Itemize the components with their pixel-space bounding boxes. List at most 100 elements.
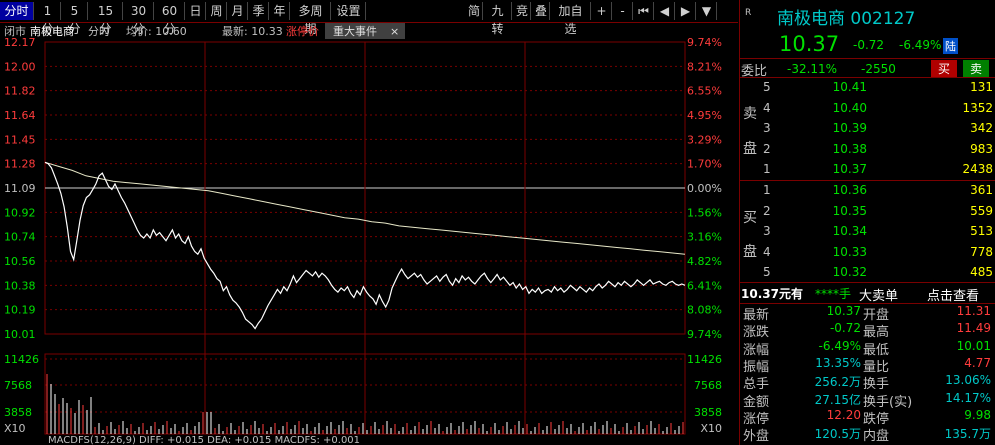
ask-level: 1 bbox=[763, 162, 771, 176]
period-tab-9[interactable]: 季 bbox=[249, 2, 269, 20]
stat-label-2: 开盘 bbox=[863, 308, 890, 323]
pct-tick: 9.74% bbox=[687, 36, 722, 49]
bid-level: 4 bbox=[763, 244, 771, 259]
sell-button[interactable]: 卖 bbox=[963, 60, 990, 77]
ask-price: 10.37 bbox=[832, 162, 867, 176]
stat-value: 12.20 bbox=[826, 407, 861, 422]
period-tab-2[interactable]: 5分 bbox=[62, 2, 88, 36]
bid-level: 3 bbox=[763, 224, 771, 238]
info-mode: 分时 bbox=[88, 25, 110, 38]
volume-unit: X10 bbox=[4, 422, 26, 435]
toolbar-tool-9[interactable]: ▶ bbox=[676, 2, 696, 20]
ask-label-bottom: 盘 bbox=[743, 141, 757, 157]
price-tick: 10.74 bbox=[4, 231, 36, 244]
period-tab-11[interactable]: 多周期 bbox=[291, 2, 331, 36]
weibi-diff: -2550 bbox=[861, 62, 896, 76]
price-tick: 10.01 bbox=[4, 328, 36, 341]
period-toolbar: 分时 1分 5分 15分 30分 60分日周月季年多周期 设置简九转竞叠加自选 + - ⏮ ◀ ▶ ▼ bbox=[0, 0, 738, 36]
period-tab-12[interactable]: 设置 bbox=[332, 2, 366, 20]
stat-value-2: 9.98 bbox=[964, 407, 991, 422]
pct-tick: 3.29% bbox=[687, 133, 722, 146]
volume-tick: 7568 bbox=[4, 379, 32, 392]
stat-label-2: 换手 bbox=[863, 377, 890, 393]
ask-price: 10.40 bbox=[832, 100, 867, 115]
period-tab-7[interactable]: 周 bbox=[207, 2, 227, 20]
stat-label: 总手 bbox=[743, 377, 770, 393]
bid-volume: 778 bbox=[970, 244, 993, 259]
toolbar-tool-5[interactable]: + bbox=[592, 2, 612, 20]
stat-value: 120.5万 bbox=[814, 427, 861, 442]
stat-value-2: 11.31 bbox=[956, 304, 991, 318]
ask-level: 2 bbox=[763, 141, 771, 156]
bid-price: 10.34 bbox=[832, 224, 867, 238]
toolbar-tool-8[interactable]: ◀ bbox=[655, 2, 675, 20]
period-tab-6[interactable]: 日 bbox=[186, 2, 206, 20]
market-tag: 陆 bbox=[943, 38, 958, 54]
ask-level: 3 bbox=[763, 121, 771, 135]
ask-price: 10.41 bbox=[832, 80, 867, 94]
stat-label-2: 最低 bbox=[863, 342, 890, 358]
stat-label: 金额 bbox=[743, 394, 770, 410]
pct-tick: 4.82% bbox=[687, 255, 722, 268]
bid-price: 10.35 bbox=[832, 203, 867, 218]
stat-value: -6.49% bbox=[818, 338, 861, 353]
stat-value-2: 11.49 bbox=[956, 321, 991, 336]
bid-price: 10.36 bbox=[832, 183, 867, 197]
stat-value: 256.2万 bbox=[814, 375, 861, 390]
ask-volume: 2438 bbox=[962, 162, 993, 176]
toolbar-tool-4[interactable]: 加自选 bbox=[551, 2, 591, 36]
price-tick: 10.56 bbox=[4, 255, 36, 268]
intraday-chart[interactable]: 闭市 南极电商 分时 均价: 10.60 最新: 10.33 涨停价 重大事件 ×12.17 9… bbox=[0, 22, 738, 445]
pct-tick: 6.41% bbox=[687, 279, 722, 292]
period-tab-8[interactable]: 月 bbox=[228, 2, 248, 20]
ask-volume: 342 bbox=[970, 121, 993, 135]
stock-title: 南极电商 002127 bbox=[777, 9, 916, 29]
period-tab-4[interactable]: 30分 bbox=[124, 2, 154, 36]
stat-value: 27.15亿 bbox=[814, 392, 861, 407]
divider bbox=[739, 282, 995, 283]
period-tab-1[interactable]: 1分 bbox=[35, 2, 61, 36]
price-tick: 12.00 bbox=[4, 60, 36, 73]
ask-price: 10.39 bbox=[832, 121, 867, 135]
period-tab-5[interactable]: 60分 bbox=[155, 2, 185, 36]
ask-label-top: 卖 bbox=[743, 106, 757, 122]
pct-tick: 1.70% bbox=[687, 158, 722, 171]
volume-tick: 11426 bbox=[4, 353, 39, 366]
pct-tick: 4.95% bbox=[687, 109, 722, 122]
trade-price: 10.37元有 bbox=[741, 287, 803, 301]
stat-value: 10.37 bbox=[826, 304, 861, 318]
price-tick: 10.92 bbox=[4, 206, 36, 219]
event-tab-label: 重大事件 bbox=[333, 24, 377, 38]
stat-value: 13.35% bbox=[815, 355, 861, 370]
buy-button[interactable]: 买 bbox=[931, 60, 958, 77]
stat-label: 外盘 bbox=[743, 429, 770, 445]
toolbar-tool-7[interactable]: ⏮ bbox=[634, 2, 654, 20]
stat-value-2: 135.7万 bbox=[944, 427, 991, 442]
stat-label-2: 跌停 bbox=[863, 411, 890, 427]
info-avg: 均价: 10.60 bbox=[126, 25, 187, 38]
price-change: -0.72 bbox=[853, 38, 885, 52]
pct-tick: 1.56% bbox=[687, 206, 722, 219]
period-tab-3[interactable]: 15分 bbox=[89, 2, 123, 36]
toolbar-tool-1[interactable]: 九转 bbox=[484, 2, 512, 36]
panel-border bbox=[739, 0, 740, 445]
ask-price: 10.38 bbox=[832, 141, 867, 156]
big-trade-label: 大卖单 bbox=[859, 289, 899, 304]
price-tick: 11.28 bbox=[4, 158, 36, 171]
bid-price: 10.33 bbox=[832, 244, 867, 259]
stat-label: 涨停 bbox=[743, 411, 770, 427]
toolbar-tool-6[interactable]: - bbox=[613, 2, 633, 20]
divider bbox=[739, 77, 995, 78]
toolbar-tool-0[interactable]: 简 bbox=[465, 2, 483, 20]
click-view-link[interactable]: 点击查看 bbox=[927, 285, 979, 304]
volume-tick-right: 3858 bbox=[694, 406, 722, 419]
ask-volume: 983 bbox=[970, 141, 993, 156]
toolbar-tool-3[interactable]: 叠 bbox=[532, 2, 550, 20]
period-tab-0[interactable]: 分时 bbox=[0, 2, 34, 20]
pct-tick: 8.08% bbox=[687, 304, 722, 317]
period-tab-10[interactable]: 年 bbox=[270, 2, 290, 20]
bid-level: 5 bbox=[763, 265, 771, 279]
toolbar-tool-2[interactable]: 竞 bbox=[513, 2, 531, 20]
quote-panel: R 南极电商 002127 10.37 -0.72 -6.49% 陆委比 -32.11% -2… bbox=[739, 0, 995, 445]
toolbar-tool-10[interactable]: ▼ bbox=[697, 2, 717, 20]
